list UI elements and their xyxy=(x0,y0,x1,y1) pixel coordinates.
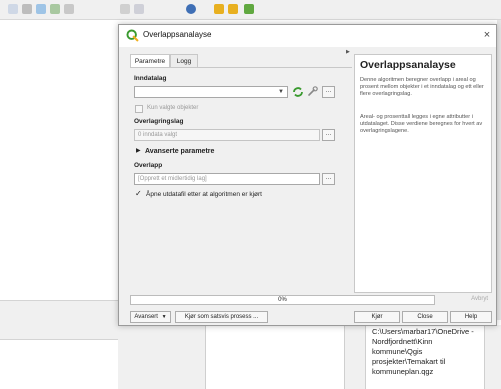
overlap-output-field[interactable]: [Opprett et midlertidig lag] xyxy=(134,173,320,185)
advanced-parameters-toggle[interactable]: Avanserte parametre xyxy=(145,148,214,155)
help-paragraph: Areal- og prosenttall legges i egne attr… xyxy=(360,114,483,134)
batch-process-button[interactable]: Kjør som satsvis prosess ... xyxy=(175,311,268,323)
selected-only-label: Kun valgte objekter xyxy=(147,105,199,111)
overlay-layers-field[interactable]: 0 inndata valgt xyxy=(134,129,320,141)
toolbar-icon[interactable] xyxy=(8,4,18,14)
open-output-label: Åpne utdatafil etter at algoritmen er kj… xyxy=(146,191,262,198)
splitter-arrow-icon[interactable]: ▶ xyxy=(346,49,350,55)
qgis-logo-icon xyxy=(126,29,139,42)
overlap-output-placeholder: [Opprett et midlertidig lag] xyxy=(138,176,207,182)
advanced-expand-icon[interactable]: ▶ xyxy=(136,147,141,154)
toolbar-icon[interactable] xyxy=(64,4,74,14)
toolbar-icon[interactable] xyxy=(22,4,32,14)
input-layer-label: Inndatalag xyxy=(134,75,167,82)
close-button[interactable]: Close xyxy=(402,311,448,323)
project-path-text: C:\Users\marbar17\OneDrive - Nordfjordne… xyxy=(372,327,474,376)
background-toolbar xyxy=(0,0,501,20)
processing-dialog: Overlappsanalayse × Parametre Logg ▶ Inn… xyxy=(118,24,497,326)
dialog-title: Overlappsanalayse xyxy=(143,30,212,39)
progress-bar: 0% xyxy=(130,295,435,305)
chevron-down-icon: ▼ xyxy=(161,314,167,320)
toolbar-icon[interactable] xyxy=(244,4,254,14)
overlay-layers-label: Overlagringslag xyxy=(134,118,184,125)
advanced-button-label: Avansert xyxy=(134,314,158,320)
selected-only-checkbox[interactable] xyxy=(135,105,143,113)
overlap-output-label: Overlapp xyxy=(134,162,163,169)
help-paragraph: Denne algoritmen beregner overlapp i are… xyxy=(360,77,484,97)
help-button[interactable]: Help xyxy=(450,311,492,323)
title-bar[interactable]: Overlappsanalayse × xyxy=(119,25,496,47)
help-title: Overlappsanalayse xyxy=(360,59,456,71)
help-panel: Overlappsanalayse Denne algoritmen bereg… xyxy=(354,54,492,293)
background-list-panel xyxy=(205,325,345,389)
tab-parametre[interactable]: Parametre xyxy=(130,54,170,68)
toolbar-icon[interactable] xyxy=(228,4,238,14)
wrench-icon[interactable] xyxy=(307,85,319,97)
tab-logg[interactable]: Logg xyxy=(170,54,198,67)
chevron-down-icon: ▼ xyxy=(278,89,284,95)
select-file-button[interactable]: … xyxy=(322,86,335,98)
cancel-button[interactable]: Avbryt xyxy=(442,295,492,305)
advanced-button[interactable]: Avansert ▼ xyxy=(130,311,171,323)
run-button[interactable]: Kjør xyxy=(354,311,400,323)
toolbar-icon[interactable] xyxy=(186,4,196,14)
parameters-panel: Inndatalag ▼ … Kun valgte objekter Overl… xyxy=(130,67,352,291)
toolbar-icon[interactable] xyxy=(36,4,46,14)
toolbar-icon[interactable] xyxy=(214,4,224,14)
select-overlay-button[interactable]: … xyxy=(322,129,335,141)
iterate-icon[interactable] xyxy=(292,86,304,98)
close-icon[interactable]: × xyxy=(480,28,494,42)
open-output-checkbox[interactable]: ✓ xyxy=(135,189,142,198)
overlay-layers-value: 0 inndata valgt xyxy=(138,132,178,138)
toolbar-icon[interactable] xyxy=(50,4,60,14)
input-layer-combobox[interactable]: ▼ xyxy=(134,86,288,98)
background-scroll-strip xyxy=(497,20,501,320)
select-output-button[interactable]: … xyxy=(322,173,335,185)
progress-text: 0% xyxy=(278,297,287,303)
toolbar-icon[interactable] xyxy=(120,4,130,14)
toolbar-icon[interactable] xyxy=(134,4,144,14)
background-panel-footer xyxy=(0,300,118,340)
